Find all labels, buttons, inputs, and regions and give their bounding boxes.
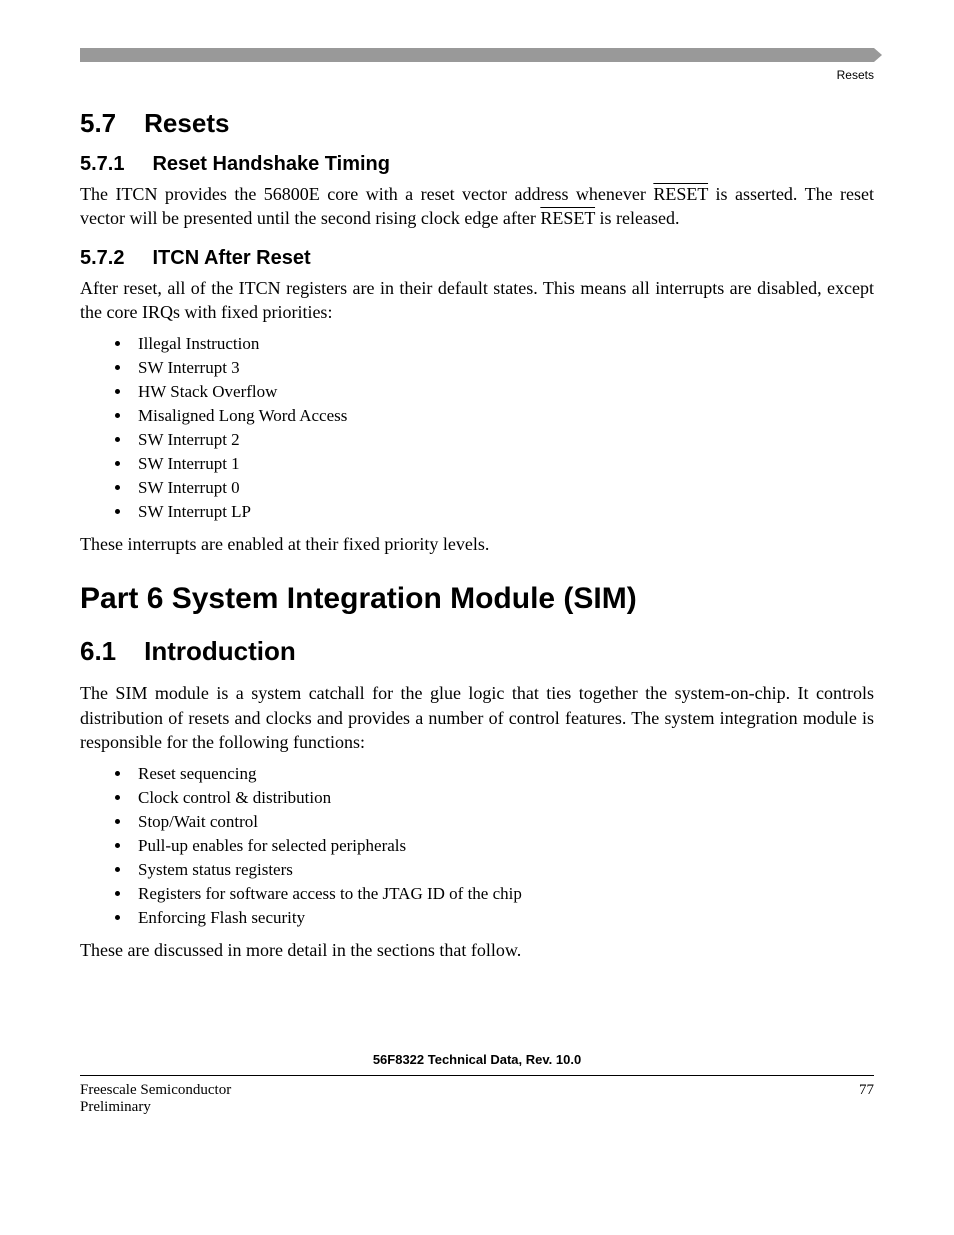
page-footer: 56F8322 Technical Data, Rev. 10.0 Freesc…: [80, 1052, 874, 1116]
heading-number: 5.7.2: [80, 247, 124, 269]
list-item: SW Interrupt 1: [132, 454, 874, 474]
heading-title: Introduction: [144, 636, 296, 666]
heading-title: ITCN After Reset: [152, 247, 310, 269]
paragraph: The ITCN provides the 56800E core with a…: [80, 182, 874, 231]
footer-rule: [80, 1075, 874, 1076]
paragraph: After reset, all of the ITCN registers a…: [80, 276, 874, 325]
heading-5-7: 5.7 Resets: [80, 108, 874, 139]
list-item: Registers for software access to the JTA…: [132, 884, 874, 904]
heading-5-7-2: 5.7.2 ITCN After Reset: [80, 247, 874, 270]
heading-5-7-1: 5.7.1 Reset Handshake Timing: [80, 153, 874, 176]
list-item: SW Interrupt 0: [132, 478, 874, 498]
list-item: SW Interrupt 3: [132, 358, 874, 378]
list-item: System status registers: [132, 860, 874, 880]
list-item: Clock control & distribution: [132, 788, 874, 808]
paragraph: These interrupts are enabled at their fi…: [80, 532, 874, 556]
heading-part-6: Part 6 System Integration Module (SIM): [80, 582, 874, 616]
heading-6-1: 6.1 Introduction: [80, 636, 874, 667]
list-item: SW Interrupt 2: [132, 430, 874, 450]
heading-number: 5.7.1: [80, 153, 124, 175]
heading-number: 5.7: [80, 108, 116, 138]
footer-doc-title: 56F8322 Technical Data, Rev. 10.0: [80, 1052, 874, 1067]
list-item: SW Interrupt LP: [132, 502, 874, 522]
header-rule: [80, 48, 874, 62]
irq-list: Illegal Instruction SW Interrupt 3 HW St…: [132, 334, 874, 522]
heading-number: 6.1: [80, 636, 116, 666]
signal-reset: RESET: [540, 208, 595, 228]
paragraph: These are discussed in more detail in th…: [80, 938, 874, 962]
list-item: Pull-up enables for selected peripherals: [132, 836, 874, 856]
function-list: Reset sequencing Clock control & distrib…: [132, 764, 874, 928]
footer-company: Freescale Semiconductor: [80, 1082, 231, 1099]
page-number: 77: [859, 1082, 874, 1116]
list-item: Misaligned Long Word Access: [132, 406, 874, 426]
list-item: Reset sequencing: [132, 764, 874, 784]
text: The ITCN provides the 56800E core with a…: [80, 184, 653, 204]
paragraph: The SIM module is a system catchall for …: [80, 681, 874, 754]
heading-title: Reset Handshake Timing: [152, 153, 389, 175]
signal-reset: RESET: [653, 184, 708, 204]
running-header: Resets: [80, 68, 874, 82]
list-item: Illegal Instruction: [132, 334, 874, 354]
heading-title: Resets: [144, 108, 229, 138]
footer-status: Preliminary: [80, 1099, 231, 1116]
list-item: Stop/Wait control: [132, 812, 874, 832]
text: is released.: [595, 208, 679, 228]
list-item: Enforcing Flash security: [132, 908, 874, 928]
list-item: HW Stack Overflow: [132, 382, 874, 402]
